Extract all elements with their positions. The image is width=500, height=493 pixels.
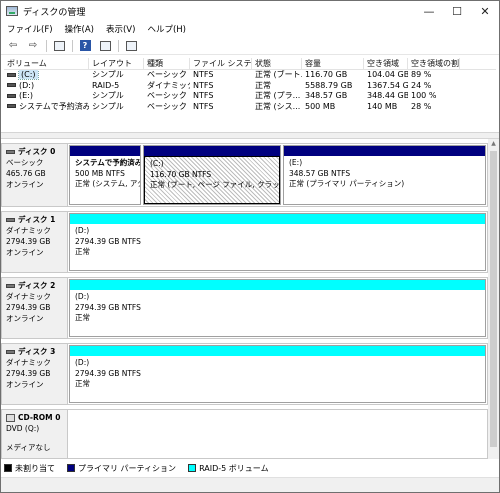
volume-icon: [7, 72, 16, 77]
close-button[interactable]: ✕: [471, 1, 499, 21]
volume-row-c[interactable]: (C:) シンプル ベーシック NTFS 正常 (ブート... 116.70 G…: [4, 70, 496, 81]
toolbar-separator: [118, 39, 119, 52]
partition-d-disk3[interactable]: (D:) 2794.39 GB NTFS 正常: [69, 345, 486, 403]
disk-3-partitions: (D:) 2794.39 GB NTFS 正常: [68, 343, 488, 405]
col-layout[interactable]: レイアウト: [89, 58, 144, 69]
legend-swatch-primary: [67, 464, 75, 472]
disk-3-info[interactable]: ディスク 3 ダイナミック 2794.39 GB オンライン: [1, 343, 68, 405]
window-title: ディスクの管理: [23, 7, 86, 18]
col-capacity[interactable]: 容量: [302, 58, 364, 69]
back-arrow-icon[interactable]: ⇦: [5, 39, 21, 53]
col-filesystem[interactable]: ファイル システム: [190, 58, 252, 69]
partition-bar: [70, 280, 485, 290]
disk-map-scrollbar[interactable]: ▲: [488, 139, 499, 459]
disk-icon: [6, 283, 15, 288]
pane-splitter[interactable]: [1, 132, 499, 139]
view-icon[interactable]: [123, 39, 139, 53]
toolbar-separator: [72, 39, 73, 52]
volume-row-d[interactable]: (D:) RAID-5 ダイナミック NTFS 正常 5588.79 GB 13…: [4, 81, 496, 92]
partition-e[interactable]: (E:) 348.57 GB NTFS 正常 (プライマリ パーティション): [283, 145, 486, 205]
help-icon[interactable]: ?: [77, 39, 93, 53]
disk-0-partitions: システムで予約済み 500 MB NTFS 正常 (システム, アク (C:) …: [68, 143, 488, 207]
partition-bar: [70, 214, 485, 224]
disk-1-partitions: (D:) 2794.39 GB NTFS 正常: [68, 211, 488, 273]
volume-icon: [7, 93, 16, 98]
disk-2-partitions: (D:) 2794.39 GB NTFS 正常: [68, 277, 488, 339]
menu-file[interactable]: ファイル(F): [7, 23, 53, 35]
status-bar: [1, 477, 499, 492]
properties-icon[interactable]: [97, 39, 113, 53]
console-tree-icon[interactable]: [51, 39, 67, 53]
disk-icon: [6, 217, 15, 222]
volume-row-e[interactable]: (E:) シンプル ベーシック NTFS 正常 (プラ... 348.57 GB…: [4, 91, 496, 102]
partition-bar: [284, 146, 485, 156]
disk-row-3: ディスク 3 ダイナミック 2794.39 GB オンライン (D:) 2794…: [1, 343, 488, 405]
col-status[interactable]: 状態: [252, 58, 302, 69]
col-type[interactable]: 種類: [144, 58, 190, 69]
cdrom-icon: [6, 413, 15, 422]
volume-row-system-reserved[interactable]: システムで予約済み シンプル ベーシック NTFS 正常 (シス... 500 …: [4, 102, 496, 113]
volume-icon: [7, 104, 16, 108]
menu-help[interactable]: ヘルプ(H): [147, 23, 186, 35]
volume-list: ボリューム レイアウト 種類 ファイル システム 状態 容量 空き領域 空き領域…: [4, 58, 496, 132]
disk-1-info[interactable]: ディスク 1 ダイナミック 2794.39 GB オンライン: [1, 211, 68, 273]
disk-icon: [6, 349, 15, 354]
legend-swatch-unallocated: [4, 464, 12, 472]
volume-icon: [7, 83, 16, 87]
col-free-percent[interactable]: 空き領域の割...: [408, 58, 460, 69]
partition-d-disk2[interactable]: (D:) 2794.39 GB NTFS 正常: [69, 279, 486, 337]
menu-bar: ファイル(F) 操作(A) 表示(V) ヘルプ(H): [1, 21, 499, 37]
legend-raid5-volume: RAID-5 ボリューム: [199, 463, 269, 473]
forward-arrow-icon[interactable]: ⇨: [25, 39, 41, 53]
partition-bar: [70, 346, 485, 356]
cdrom-row: CD-ROM 0 DVD (Q:) メディアなし: [1, 409, 488, 459]
partition-bar: [70, 146, 140, 156]
partition-system-reserved[interactable]: システムで予約済み 500 MB NTFS 正常 (システム, アク: [69, 145, 141, 205]
legend-swatch-raid5: [188, 464, 197, 472]
disk-0-info[interactable]: ディスク 0 ベーシック 465.76 GB オンライン: [1, 143, 68, 207]
title-bar: ディスクの管理 — ☐ ✕: [1, 1, 499, 21]
volume-list-header: ボリューム レイアウト 種類 ファイル システム 状態 容量 空き領域 空き領域…: [4, 58, 496, 70]
cdrom-info[interactable]: CD-ROM 0 DVD (Q:) メディアなし: [1, 409, 68, 459]
toolbar: ⇦ ⇨ ?: [1, 37, 499, 55]
disk-row-1: ディスク 1 ダイナミック 2794.39 GB オンライン (D:) 2794…: [1, 211, 488, 273]
disk-map: ディスク 0 ベーシック 465.76 GB オンライン システムで予約済み 5…: [1, 139, 488, 459]
partition-d-disk1[interactable]: (D:) 2794.39 GB NTFS 正常: [69, 213, 486, 271]
col-volume[interactable]: ボリューム: [4, 58, 89, 69]
cdrom-media: [68, 409, 488, 459]
disk-management-icon: [6, 6, 18, 16]
disk-2-info[interactable]: ディスク 2 ダイナミック 2794.39 GB オンライン: [1, 277, 68, 339]
maximize-button[interactable]: ☐: [443, 1, 471, 21]
scroll-up-icon[interactable]: ▲: [488, 139, 499, 149]
disk-row-0: ディスク 0 ベーシック 465.76 GB オンライン システムで予約済み 5…: [1, 143, 488, 207]
legend-primary-partition: プライマリ パーティション: [78, 463, 177, 473]
scrollbar-thumb[interactable]: [490, 151, 497, 447]
minimize-button[interactable]: —: [415, 1, 443, 21]
legend-unallocated: 未割り当て: [15, 463, 55, 473]
menu-action[interactable]: 操作(A): [65, 23, 94, 35]
disk-icon: [6, 149, 15, 154]
toolbar-separator: [46, 39, 47, 52]
partition-bar: [144, 146, 280, 156]
partition-c[interactable]: (C:) 116.70 GB NTFS 正常 (ブート, ページ ファイル, ク…: [143, 145, 281, 205]
disk-management-window: ディスクの管理 — ☐ ✕ ファイル(F) 操作(A) 表示(V) ヘルプ(H)…: [0, 0, 500, 493]
col-free-space[interactable]: 空き領域: [364, 58, 408, 69]
legend: 未割り当て プライマリ パーティション RAID-5 ボリューム: [4, 461, 281, 475]
disk-row-2: ディスク 2 ダイナミック 2794.39 GB オンライン (D:) 2794…: [1, 277, 488, 339]
menu-view[interactable]: 表示(V): [106, 23, 135, 35]
